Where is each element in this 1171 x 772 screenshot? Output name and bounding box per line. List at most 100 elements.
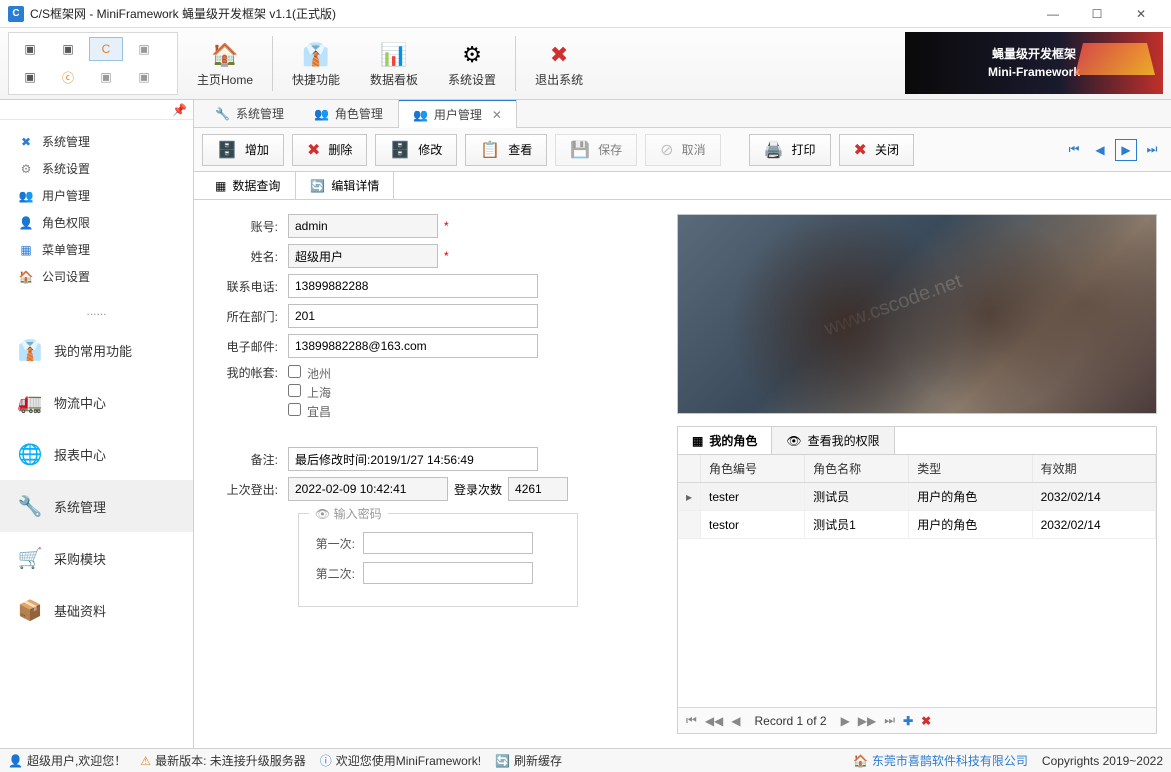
- ribbon-dashboard[interactable]: 📊 数据看板: [359, 32, 429, 95]
- qa-btn-1[interactable]: ▣: [13, 37, 47, 61]
- tab-rolemgmt[interactable]: 👥角色管理: [299, 100, 398, 127]
- ribbon-quick[interactable]: 👔 快捷功能: [281, 32, 351, 95]
- password-legend: 👁 输入密码: [309, 505, 388, 522]
- ribbon-settings[interactable]: ⚙ 系统设置: [437, 32, 507, 95]
- ribbon-home[interactable]: 🏠 主页Home: [186, 32, 264, 95]
- role-row[interactable]: testor测试员1用户的角色2032/02/14: [678, 511, 1156, 539]
- refresh-icon: 🔄: [310, 179, 325, 193]
- qa-btn-5[interactable]: ▣: [13, 65, 47, 89]
- cancel-icon: ⊘: [660, 140, 673, 160]
- info-icon: ⓘ: [320, 752, 332, 769]
- role-cell: 用户的角色: [909, 483, 1032, 511]
- sidebar-tree-item[interactable]: 👥用户管理: [6, 182, 187, 209]
- qa-btn-7[interactable]: ▣: [89, 65, 123, 89]
- label-dept: 所在部门:: [208, 308, 288, 325]
- record-nav: ⏮ ◀ ▶ ⏭: [1063, 139, 1163, 161]
- maximize-button[interactable]: ☐: [1075, 0, 1119, 28]
- book-checkbox[interactable]: [288, 384, 301, 397]
- tree-item-label: 系统设置: [42, 160, 90, 177]
- sidebar-tree-item[interactable]: ✖系统管理: [6, 128, 187, 155]
- add-button[interactable]: 🗄️增加: [202, 134, 284, 166]
- role-col-header[interactable]: 角色名称: [805, 455, 909, 483]
- delete-button[interactable]: ✖删除: [292, 134, 367, 166]
- sidebar-tree-item[interactable]: ▦菜单管理: [6, 236, 187, 263]
- ribbon-exit[interactable]: ✖ 退出系统: [524, 32, 594, 95]
- view-button[interactable]: 📋查看: [465, 134, 547, 166]
- remark-field[interactable]: [288, 447, 538, 471]
- book-option[interactable]: 上海: [288, 383, 331, 402]
- book-checkbox[interactable]: [288, 403, 301, 416]
- password1-field[interactable]: [363, 532, 533, 554]
- grid-first[interactable]: ⏮: [684, 713, 699, 728]
- account-field[interactable]: [288, 214, 438, 238]
- role-col-header[interactable]: 类型: [909, 455, 1032, 483]
- roletab-mine[interactable]: ▦我的角色: [678, 427, 772, 454]
- tab-close-icon[interactable]: ✕: [492, 108, 502, 122]
- tab-usermgmt[interactable]: 👥用户管理✕: [398, 100, 517, 128]
- qa-btn-6[interactable]: ⓒ: [51, 65, 85, 89]
- status-company[interactable]: 🏠东莞市喜鹊软件科技有限公司: [853, 752, 1028, 769]
- first-record[interactable]: ⏮: [1063, 139, 1085, 161]
- next-record[interactable]: ▶: [1115, 139, 1137, 161]
- sidebar-tree-item[interactable]: ⚙系统设置: [6, 155, 187, 182]
- tree-item-label: 用户管理: [42, 187, 90, 204]
- pin-icon[interactable]: 📌: [0, 100, 193, 120]
- grid-prev-page[interactable]: ◀◀: [703, 714, 725, 728]
- role-table: 角色编号角色名称类型有效期 ▸tester测试员用户的角色2032/02/14t…: [678, 455, 1156, 539]
- subtab-detail[interactable]: 🔄编辑详情: [295, 171, 394, 199]
- user-photo: www.cscode.net: [677, 214, 1157, 414]
- qa-btn-3[interactable]: C: [89, 37, 123, 61]
- sidebar-nav-item[interactable]: 🛒采购模块: [0, 532, 193, 584]
- grid-prev[interactable]: ◀: [729, 714, 742, 728]
- close-window-button[interactable]: ✕: [1119, 0, 1163, 28]
- password2-field[interactable]: [363, 562, 533, 584]
- role-col-header[interactable]: 有效期: [1032, 455, 1155, 483]
- status-refresh[interactable]: 🔄刷新缓存: [495, 752, 562, 769]
- role-row[interactable]: ▸tester测试员用户的角色2032/02/14: [678, 483, 1156, 511]
- grid-next[interactable]: ▶: [839, 714, 852, 728]
- grid-add[interactable]: ✚: [901, 714, 915, 728]
- edit-button[interactable]: 🗄️修改: [375, 134, 457, 166]
- last-record[interactable]: ⏭: [1141, 139, 1163, 161]
- qa-btn-4[interactable]: ▣: [127, 37, 161, 61]
- name-field[interactable]: [288, 244, 438, 268]
- nav-item-label: 采购模块: [54, 549, 106, 568]
- book-checkbox[interactable]: [288, 365, 301, 378]
- sidebar-nav-item[interactable]: 👔我的常用功能: [0, 324, 193, 376]
- nav-item-icon: 📦: [18, 598, 42, 622]
- qa-btn-2[interactable]: ▣: [51, 37, 85, 61]
- status-user: 👤超级用户,欢迎您！: [8, 752, 126, 769]
- tree-item-icon: ▦: [18, 243, 34, 257]
- roletab-view[interactable]: 👁查看我的权限: [772, 427, 894, 454]
- sidebar-nav-item[interactable]: 🔧系统管理: [0, 480, 193, 532]
- sidebar-tree-item[interactable]: 🏠公司设置: [6, 263, 187, 290]
- subtab-query[interactable]: ▦数据查询: [200, 171, 295, 199]
- grid-delete[interactable]: ✖: [919, 714, 933, 728]
- minimize-button[interactable]: —: [1031, 0, 1075, 28]
- email-field[interactable]: [288, 334, 538, 358]
- sidebar-tree-item[interactable]: 👤角色权限: [6, 209, 187, 236]
- nav-item-icon: 👔: [18, 338, 42, 362]
- logincount-field: [508, 477, 568, 501]
- qa-btn-8[interactable]: ▣: [127, 65, 161, 89]
- tab-sysmgmt[interactable]: 🔧系统管理: [200, 100, 299, 127]
- grid-next-page[interactable]: ▶▶: [856, 714, 878, 728]
- role-col-header[interactable]: 角色编号: [701, 455, 805, 483]
- dept-field[interactable]: [288, 304, 538, 328]
- sidebar-nav-item[interactable]: 📦基础资料: [0, 584, 193, 636]
- nav-item-label: 系统管理: [54, 497, 106, 516]
- phone-field[interactable]: [288, 274, 538, 298]
- clipboard-icon: 📋: [480, 140, 500, 160]
- sidebar-nav-item[interactable]: 🚛物流中心: [0, 376, 193, 428]
- book-option[interactable]: 宜昌: [288, 402, 331, 421]
- label-account: 账号:: [208, 218, 288, 235]
- statusbar: 👤超级用户,欢迎您！ ⚠最新版本: 未连接升级服务器 ⓘ欢迎您使用MiniFra…: [0, 748, 1171, 772]
- book-option[interactable]: 池州: [288, 364, 331, 383]
- grid-last[interactable]: ⏭: [882, 713, 897, 728]
- sidebar-nav-item[interactable]: 🌐报表中心: [0, 428, 193, 480]
- print-button[interactable]: 🖨️打印: [749, 134, 831, 166]
- window-title: C/S框架网 - MiniFramework 蝇量级开发框架 v1.1(正式版): [30, 5, 336, 22]
- prev-record[interactable]: ◀: [1089, 139, 1111, 161]
- close-button[interactable]: ✖关闭: [839, 134, 914, 166]
- label-pw2: 第二次:: [313, 565, 363, 582]
